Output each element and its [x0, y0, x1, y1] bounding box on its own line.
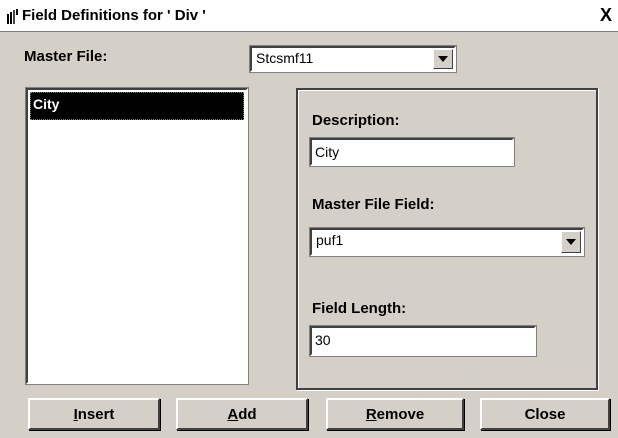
master-file-select[interactable]: Stcsmf11 [249, 45, 457, 73]
insert-button[interactable]: Insert [28, 398, 160, 430]
list-item[interactable]: City [30, 92, 244, 120]
window-title: Field Definitions for ' Div ' [22, 7, 206, 24]
master-file-value: Stcsmf11 [256, 50, 314, 66]
description-field[interactable]: City [309, 137, 515, 167]
master-file-field-select[interactable]: puf1 [309, 227, 585, 257]
close-button[interactable]: Close [480, 398, 610, 430]
remove-label: emove [376, 405, 425, 423]
master-file-label: Master File: [24, 48, 108, 65]
insert-label: nsert [77, 405, 115, 423]
description-label: Description: [312, 112, 400, 129]
master-file-field-label: Master File Field: [312, 196, 435, 213]
add-button[interactable]: Add [176, 398, 308, 430]
title-bar[interactable]: Field Definitions for ' Div ' X [0, 0, 618, 32]
add-label: dd [238, 405, 257, 423]
master-file-dropdown-button[interactable] [433, 49, 453, 69]
remove-mnemonic: R [365, 405, 377, 423]
master-file-field-value: puf1 [316, 232, 344, 248]
field-length-input[interactable]: 30 [309, 325, 537, 357]
close-icon[interactable]: X [597, 6, 615, 24]
app-icon [6, 9, 20, 25]
chevron-down-icon [566, 239, 576, 245]
field-list[interactable]: City [25, 87, 249, 385]
field-length-label: Field Length: [312, 300, 407, 317]
master-file-field-dropdown-button[interactable] [561, 231, 581, 253]
chevron-down-icon [438, 56, 448, 62]
add-mnemonic: A [227, 405, 239, 423]
remove-button[interactable]: Remove [326, 398, 464, 430]
